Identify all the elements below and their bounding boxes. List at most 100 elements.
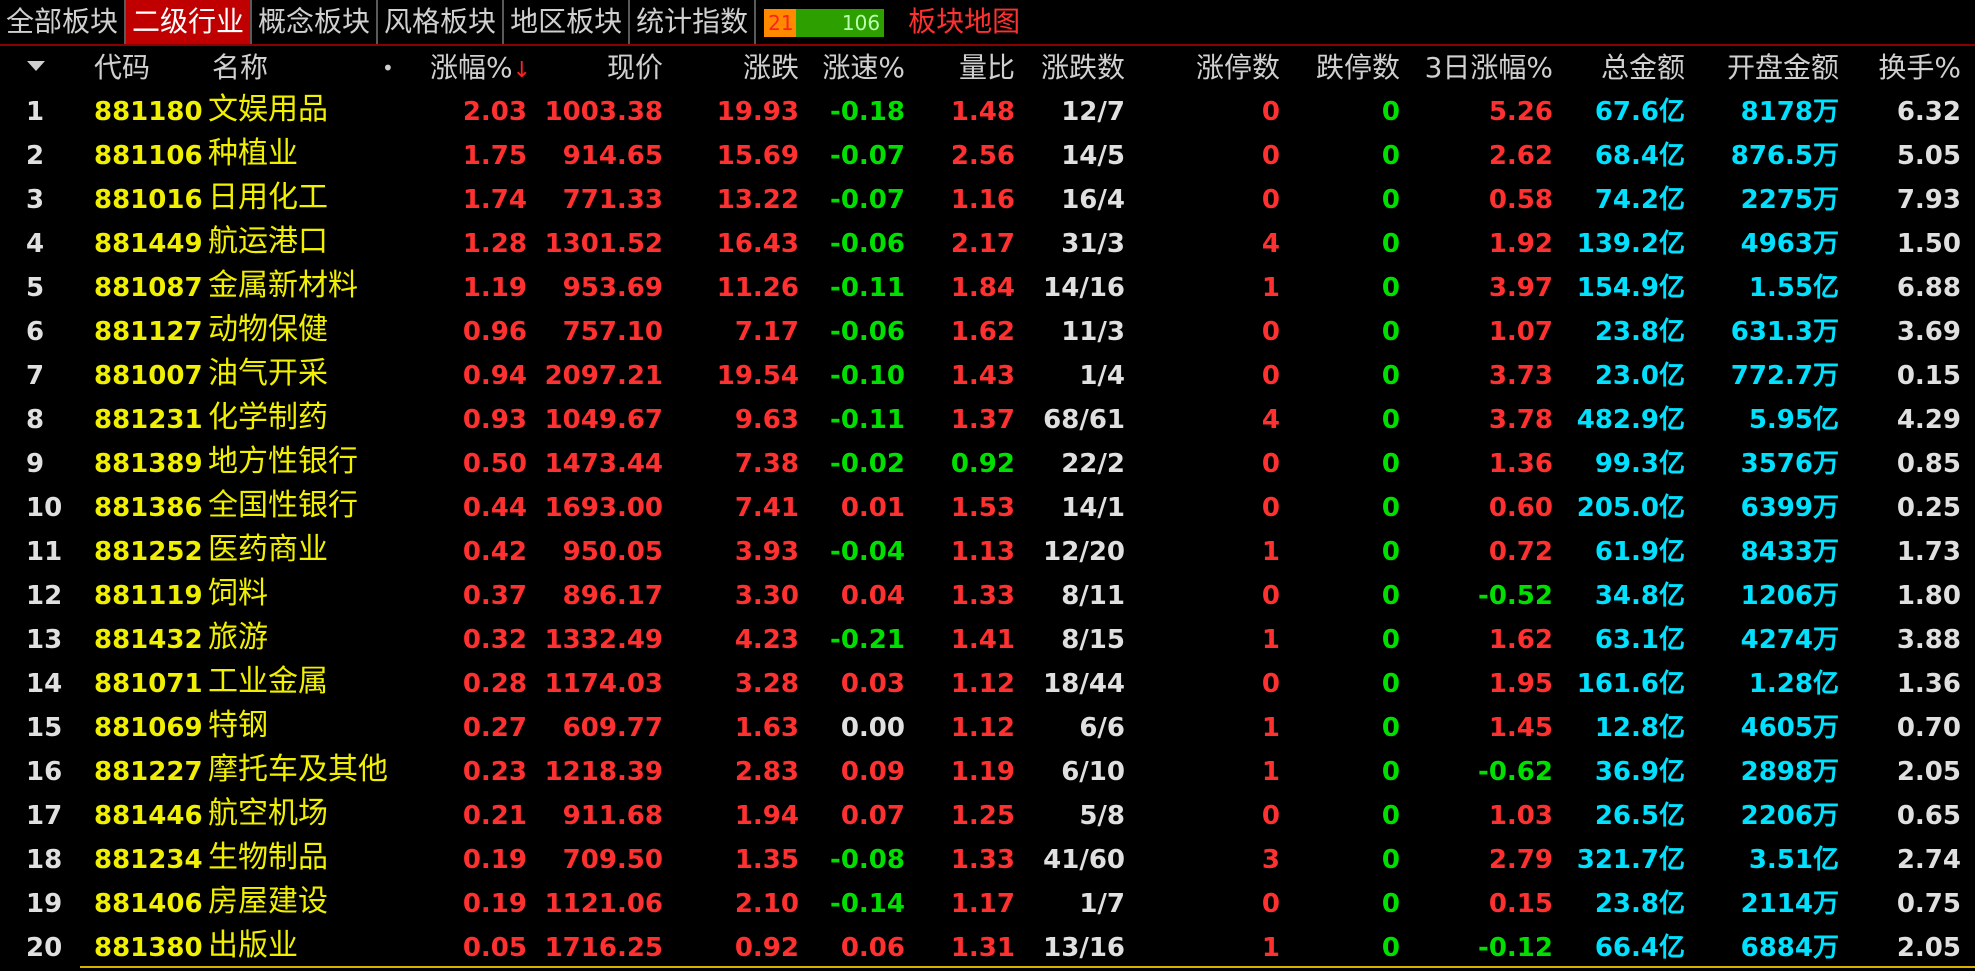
table-row[interactable]: 17 881446 航空机场 0.21 911.68 1.94 0.07 1.25 5/8 0 0 1… <box>0 794 1975 838</box>
row-pct: 0.23 <box>462 757 527 787</box>
table-row[interactable]: 12 881119 饲料 0.37 896.17 3.30 0.04 1.33 8/11 0 0 -0… <box>0 574 1975 618</box>
row-pct3d: -0.62 <box>1478 757 1553 787</box>
row-limit-down: 0 <box>1381 361 1400 391</box>
row-limit-down: 0 <box>1381 449 1400 479</box>
row-total-amount: 321.7亿 <box>1576 845 1685 875</box>
column-menu-icon[interactable] <box>24 46 48 90</box>
row-limit-up: 3 <box>1261 845 1280 875</box>
header-change[interactable]: 涨跌 <box>743 46 799 90</box>
row-code: 881119 <box>94 581 203 611</box>
row-pct: 0.50 <box>462 449 527 479</box>
row-code: 881234 <box>94 845 203 875</box>
row-vol-ratio: 1.53 <box>950 493 1015 523</box>
table-row[interactable]: 4 881449 航运港口 1.28 1301.52 16.43 -0.06 2.17 31/3… <box>0 222 1975 266</box>
table-row[interactable]: 14 881071 工业金属 0.28 1174.03 3.28 0.03 1.12 18/44… <box>0 662 1975 706</box>
updown-ratio-bar: 21 106 <box>764 9 885 37</box>
table-row[interactable]: 7 881007 油气开采 0.94 2097.21 19.54 -0.10 1.43 1/4 0… <box>0 354 1975 398</box>
row-turnover: 3.88 <box>1896 625 1961 655</box>
row-turnover: 2.74 <box>1896 845 1961 875</box>
row-pct: 0.94 <box>462 361 527 391</box>
row-limit-up: 0 <box>1261 97 1280 127</box>
row-updown-count: 5/8 <box>1079 801 1125 831</box>
row-change: 7.41 <box>734 493 799 523</box>
header-open-amount[interactable]: 开盘金额 <box>1727 46 1839 90</box>
row-limit-up: 4 <box>1261 405 1280 435</box>
table-row[interactable]: 16 881227 摩托车及其他 0.23 1218.39 2.83 0.09 1.19 6/1… <box>0 750 1975 794</box>
header-total-amount[interactable]: 总金额 <box>1601 46 1685 90</box>
row-pct3d: 0.58 <box>1488 185 1553 215</box>
table-row[interactable]: 19 881406 房屋建设 0.19 1121.06 2.10 -0.14 1.17 1/7 0… <box>0 882 1975 926</box>
header-pct3d[interactable]: 3日涨幅% <box>1425 46 1553 90</box>
table-row[interactable]: 13 881432 旅游 0.32 1332.49 4.23 -0.21 1.41 8/15 1 0… <box>0 618 1975 662</box>
row-code: 881127 <box>94 317 203 347</box>
row-speed: -0.04 <box>830 537 905 567</box>
row-price: 911.68 <box>562 801 663 831</box>
row-updown-count: 13/16 <box>1043 933 1125 963</box>
row-limit-down: 0 <box>1381 669 1400 699</box>
tab-stat-index[interactable]: 统计指数 <box>630 0 757 44</box>
tab-concept-sectors[interactable]: 概念板块 <box>252 0 379 44</box>
header-updown-count[interactable]: 涨跌数 <box>1041 46 1125 90</box>
table-row[interactable]: 8 881231 化学制药 0.93 1049.67 9.63 -0.11 1.37 68/61… <box>0 398 1975 442</box>
table-row[interactable]: 20 881380 出版业 0.05 1716.25 0.92 0.06 1.31 13/16 1… <box>0 926 1975 970</box>
row-open-amount: 876.5万 <box>1730 141 1839 171</box>
header-limit-down[interactable]: 跌停数 <box>1316 46 1400 90</box>
header-name[interactable]: 名称 <box>212 46 268 90</box>
row-total-amount: 63.1亿 <box>1594 625 1685 655</box>
header-speed[interactable]: 涨速% <box>822 46 905 90</box>
row-code: 881106 <box>94 141 203 171</box>
row-price: 1473.44 <box>544 449 663 479</box>
row-updown-count: 1/7 <box>1079 889 1125 919</box>
row-turnover: 5.05 <box>1896 141 1961 171</box>
row-pct3d: 1.36 <box>1488 449 1553 479</box>
row-open-amount: 2206万 <box>1740 801 1839 831</box>
row-updown-count: 6/10 <box>1061 757 1125 787</box>
row-vol-ratio: 1.16 <box>950 185 1015 215</box>
table-row[interactable]: 18 881234 生物制品 0.19 709.50 1.35 -0.08 1.33 41/60… <box>0 838 1975 882</box>
row-total-amount: 23.0亿 <box>1594 361 1685 391</box>
row-updown-count: 22/2 <box>1061 449 1125 479</box>
row-vol-ratio: 1.33 <box>950 845 1015 875</box>
row-total-amount: 12.8亿 <box>1594 713 1685 743</box>
row-open-amount: 4274万 <box>1740 625 1839 655</box>
row-updown-count: 14/1 <box>1061 493 1125 523</box>
row-vol-ratio: 1.12 <box>950 669 1015 699</box>
row-pct: 0.21 <box>462 801 527 831</box>
header-pct[interactable]: 涨幅%↓ <box>430 46 531 93</box>
tab-region-sectors[interactable]: 地区板块 <box>504 0 631 44</box>
row-vol-ratio: 0.92 <box>950 449 1015 479</box>
row-change: 3.28 <box>734 669 799 699</box>
table-row[interactable]: 1 881180 文娱用品 2.03 1003.38 19.93 -0.18 1.48 12/7… <box>0 90 1975 134</box>
header-price[interactable]: 现价 <box>607 46 663 90</box>
tab-secondary-industry[interactable]: 二级行业 <box>126 0 253 44</box>
row-pct3d: 1.07 <box>1488 317 1553 347</box>
table-row[interactable]: 3 881016 日用化工 1.74 771.33 13.22 -0.07 1.16 16/4 0… <box>0 178 1975 222</box>
table-row[interactable]: 15 881069 特钢 0.27 609.77 1.63 0.00 1.12 6/6 1 0 1.4… <box>0 706 1975 750</box>
row-name: 文娱用品 <box>208 92 328 127</box>
row-limit-up: 0 <box>1261 317 1280 347</box>
table-bottom-divider <box>80 966 1975 968</box>
row-vol-ratio: 1.37 <box>950 405 1015 435</box>
header-vol-ratio[interactable]: 量比 <box>959 46 1015 90</box>
table-row[interactable]: 5 881087 金属新材料 1.19 953.69 11.26 -0.11 1.84 14/1… <box>0 266 1975 310</box>
table-row[interactable]: 11 881252 医药商业 0.42 950.05 3.93 -0.04 1.13 12/20… <box>0 530 1975 574</box>
row-change: 1.63 <box>734 713 799 743</box>
table-row[interactable]: 9 881389 地方性银行 0.50 1473.44 7.38 -0.02 0.92 22/2… <box>0 442 1975 486</box>
header-turnover[interactable]: 换手% <box>1878 46 1961 90</box>
row-pct3d: 0.72 <box>1488 537 1553 567</box>
row-limit-up: 1 <box>1261 537 1280 567</box>
table-row[interactable]: 2 881106 种植业 1.75 914.65 15.69 -0.07 2.56 14/5 0 0… <box>0 134 1975 178</box>
row-limit-down: 0 <box>1381 845 1400 875</box>
table-header: 代码 名称 • 涨幅%↓ 现价 涨跌 涨速% 量比 涨跌数 涨停数 跌停数 3日… <box>0 46 1975 90</box>
header-limit-up[interactable]: 涨停数 <box>1196 46 1280 90</box>
sector-map-link[interactable]: 板块地图 <box>908 0 1020 44</box>
tab-all-sectors[interactable]: 全部板块 <box>0 0 127 44</box>
table-row[interactable]: 6 881127 动物保健 0.96 757.10 7.17 -0.06 1.62 11/3 0 0… <box>0 310 1975 354</box>
row-turnover: 6.88 <box>1896 273 1961 303</box>
row-total-amount: 61.9亿 <box>1594 537 1685 567</box>
row-name: 生物制品 <box>208 840 328 875</box>
row-price: 1174.03 <box>544 669 663 699</box>
table-row[interactable]: 10 881386 全国性银行 0.44 1693.00 7.41 0.01 1.53 14/1… <box>0 486 1975 530</box>
header-code[interactable]: 代码 <box>94 46 150 90</box>
tab-style-sectors[interactable]: 风格板块 <box>378 0 505 44</box>
